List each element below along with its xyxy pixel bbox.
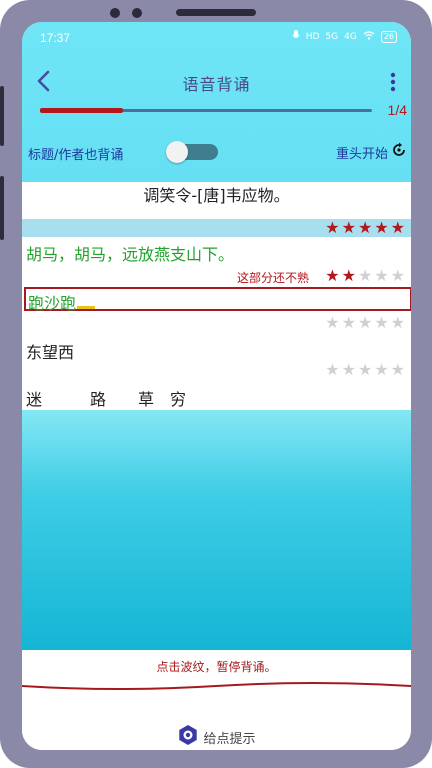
4g-signal-icon: 4G — [344, 32, 357, 42]
battery-icon: 26 — [380, 31, 397, 43]
restart-label: 重头开始 — [335, 146, 388, 162]
nav-bar: 语音背诵 — [22, 64, 411, 100]
poem-line-3-rating: ★ ★ ★ ★ ★ — [22, 362, 411, 382]
star-filled-icon: ★ — [374, 218, 389, 237]
status-icons: HD 5G 4G 26 — [292, 30, 397, 44]
poem-line-3: 东望西 — [22, 335, 411, 363]
line-4-text: 迷 路 草 穷 — [26, 390, 187, 409]
voice-wave-area[interactable] — [22, 410, 411, 650]
more-menu-icon[interactable] — [385, 70, 401, 94]
star-empty-icon: ★ — [374, 313, 389, 332]
poem-title-text: 调笑令-[唐]韦应物。 — [143, 186, 290, 205]
options-row: 标题/作者也背诵 重头开始 — [22, 140, 411, 166]
status-time: 17:37 — [40, 31, 71, 45]
sensor-dot — [132, 8, 142, 18]
hd-icon: HD — [305, 32, 320, 42]
mic-icon — [292, 30, 300, 44]
star-empty-icon: ★ — [390, 313, 405, 332]
line-1-note: 这部分还不熟 — [236, 271, 309, 285]
wave-divider — [22, 682, 411, 690]
progress-fill — [40, 108, 123, 113]
wifi-icon — [363, 31, 375, 43]
star-empty-icon: ★ — [357, 360, 373, 379]
line-2-star-rating: ★ ★ ★ ★ ★ — [325, 315, 405, 331]
star-empty-icon: ★ — [390, 360, 405, 379]
title-author-label: 标题/作者也背诵 — [28, 148, 124, 163]
toggle-knob — [166, 141, 188, 163]
star-empty-icon: ★ — [341, 313, 356, 332]
star-empty-icon: ★ — [390, 266, 405, 285]
recite-input[interactable]: 跑沙跑 — [24, 287, 411, 314]
restart-button[interactable]: 重头开始 — [336, 142, 407, 162]
camera-dot — [110, 8, 120, 18]
title-star-rating: ★ ★ ★ ★ ★ — [325, 220, 405, 236]
line-3-text: 东望西 — [26, 343, 75, 362]
pause-hint: 点击波纹，暂停背诵。 — [156, 660, 277, 674]
line-1-star-rating: ★ ★ ★ ★ ★ — [325, 268, 405, 284]
star-filled-icon: ★ — [357, 218, 373, 237]
poem-line-4: 迷 路 草 穷 — [22, 382, 411, 410]
status-bar: 17:37 HD 5G 4G 26 — [22, 22, 411, 54]
5g-signal-icon: 5G — [325, 32, 339, 42]
power-button — [0, 176, 4, 240]
line-1-text: 胡马，胡马，远放燕支山下。 — [26, 245, 235, 264]
line-3-star-rating: ★ ★ ★ ★ ★ — [325, 362, 405, 378]
star-empty-icon: ★ — [341, 360, 356, 379]
bottom-panel: 点击波纹，暂停背诵。 给点提示 — [22, 650, 411, 750]
star-filled-icon: ★ — [325, 266, 340, 285]
hint-icon — [177, 724, 199, 750]
star-filled-icon: ★ — [341, 266, 356, 285]
star-filled-icon: ★ — [325, 218, 340, 237]
restart-icon — [391, 142, 407, 162]
title-author-toggle[interactable] — [166, 141, 218, 163]
page-title: 语音背诵 — [182, 75, 251, 94]
speaker-grille — [176, 9, 256, 16]
poem-line-2-rating: ★ ★ ★ ★ ★ — [22, 313, 411, 335]
star-empty-icon: ★ — [357, 313, 373, 332]
star-empty-icon: ★ — [357, 266, 373, 285]
header-area: 17:37 HD 5G 4G 26 语音背诵 1/4 标题/作者也背诵 重头开始 — [22, 22, 411, 182]
phone-frame: 17:37 HD 5G 4G 26 语音背诵 1/4 标题/作者也背诵 重头开始… — [0, 0, 432, 768]
hint-label: 给点提示 — [203, 731, 256, 747]
recite-input-text: 跑沙跑 — [28, 290, 96, 314]
poem-line-1: 胡马，胡马，远放燕支山下。 这部分还不熟 ★ ★ ★ ★ ★ — [22, 237, 411, 287]
volume-button — [0, 86, 4, 146]
app-screen: 17:37 HD 5G 4G 26 语音背诵 1/4 标题/作者也背诵 重头开始… — [22, 22, 411, 750]
star-empty-icon: ★ — [374, 360, 389, 379]
progress-bar — [40, 108, 372, 113]
star-filled-icon: ★ — [341, 218, 356, 237]
hint-button[interactable]: 给点提示 — [22, 724, 411, 750]
title-rating-bar: ★ ★ ★ ★ ★ — [22, 219, 411, 237]
poem-title: 调笑令-[唐]韦应物。 — [22, 182, 411, 220]
progress-counter: 1/4 — [387, 102, 407, 118]
star-filled-icon: ★ — [390, 218, 405, 237]
input-cursor — [77, 306, 96, 309]
star-empty-icon: ★ — [325, 360, 340, 379]
star-empty-icon: ★ — [325, 313, 340, 332]
star-empty-icon: ★ — [374, 266, 389, 285]
